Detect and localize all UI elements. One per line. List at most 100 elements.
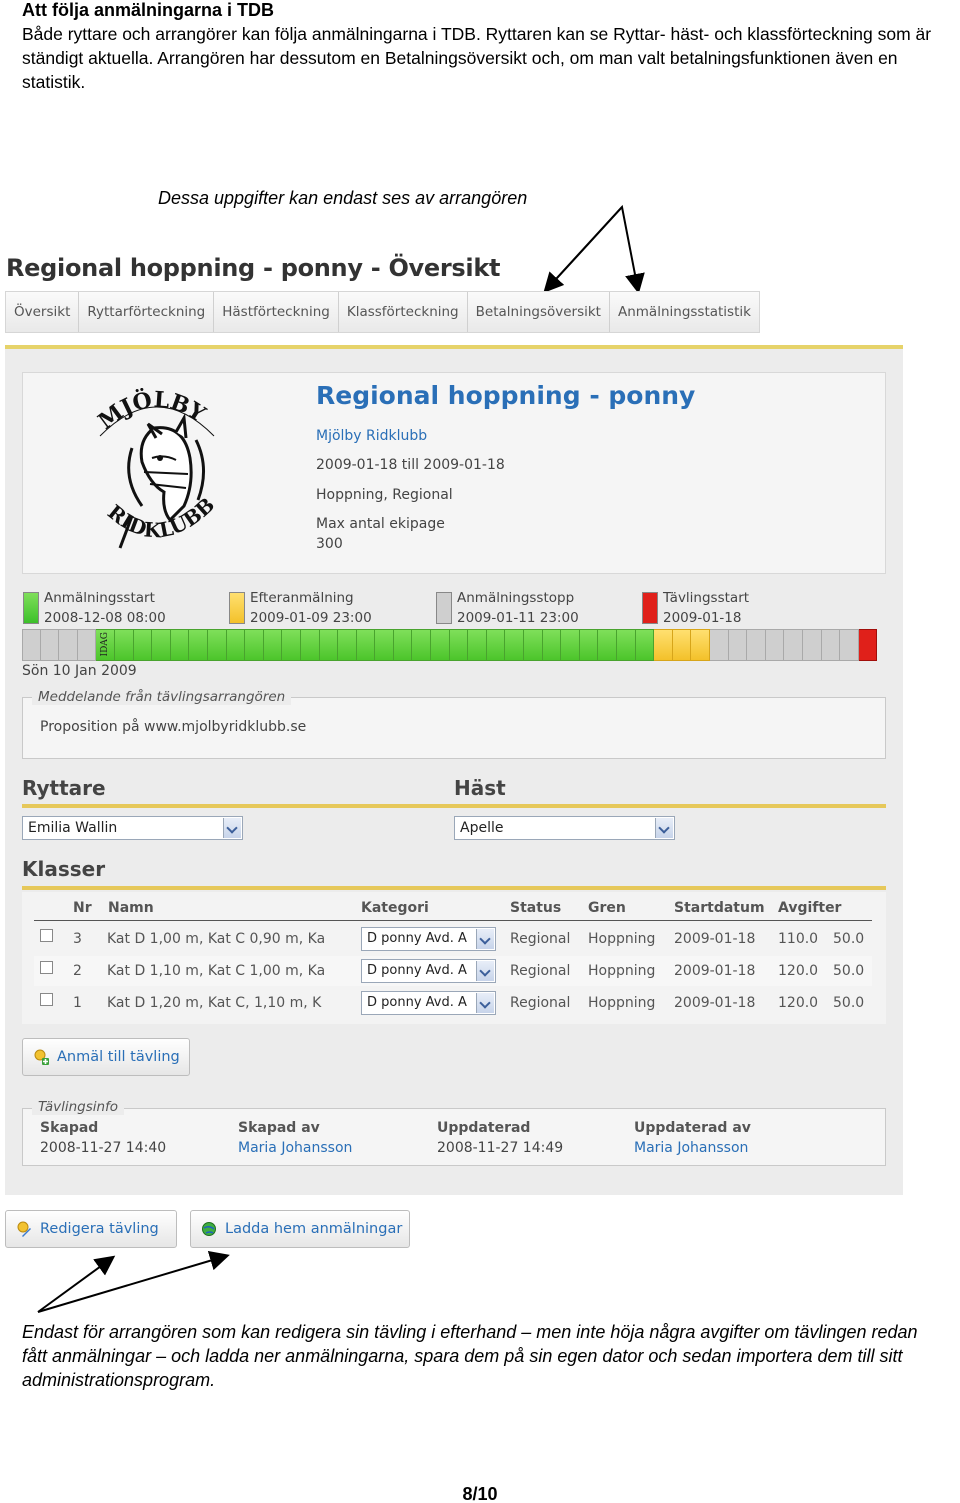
phase-label: Anmälningsstart [44,590,155,606]
download-registrations-button[interactable]: Ladda hem anmälningar [190,1210,410,1248]
tab-oversikt[interactable]: Översikt [6,292,80,332]
phase-color-stop [436,592,452,624]
divider [22,804,886,808]
category-select[interactable]: D ponny Avd. A [361,927,496,951]
row-nr: 3 [73,931,82,947]
rider-heading: Ryttare [22,776,106,800]
phase-color-late [229,592,245,624]
phase-date: 2009-01-18 [663,610,742,626]
row-checkbox[interactable] [40,961,53,974]
phase-label: Anmälningsstopp [457,590,575,606]
created-by-link[interactable]: Maria Johansson [238,1140,352,1156]
category-select[interactable]: D ponny Avd. A [361,959,496,983]
tab-klassforteckning[interactable]: Klassförteckning [339,292,468,332]
competition-info-legend: Tävlingsinfo [32,1099,125,1115]
timeline-day-cell [728,629,748,661]
timeline-day-cell [356,629,376,661]
row-fee: 120.0 [778,995,819,1011]
updated-by-link[interactable]: Maria Johansson [634,1140,748,1156]
row-name: Kat D 1,00 m, Kat C 0,90 m, Ka [107,931,326,947]
table-row: 1 Kat D 1,20 m, Kat C, 1,10 m, K D ponny… [34,988,872,1018]
rider-select[interactable]: Emilia Wallin [22,816,243,840]
row-nr: 2 [73,963,82,979]
register-button-label: Anmäl till tävling [57,1049,180,1065]
edit-competition-button[interactable]: Redigera tävling [5,1210,177,1248]
timeline-day-cell: IDAG [96,629,115,661]
page-number: 8/10 [462,1484,498,1503]
timeline-day-cell [654,629,673,661]
register-button[interactable]: Anmäl till tävling [22,1038,190,1076]
timeline-day-cell [226,629,246,661]
divider [22,886,886,890]
timeline-day-cell [449,629,469,661]
edit-pencil-icon [16,1221,32,1237]
category-select[interactable]: D ponny Avd. A [361,991,496,1015]
horse-select[interactable]: Apelle [454,816,675,840]
row-branch: Hoppning [588,963,656,979]
category-select-value: D ponny Avd. A [367,931,467,946]
category-select-value: D ponny Avd. A [367,995,467,1010]
timeline-day-cell [393,629,413,661]
table-header-divider [34,920,872,921]
timeline-day-cell [431,629,450,661]
event-dates: 2009-01-18 till 2009-01-18 [316,457,505,473]
phase-start: Anmälningsstart 2008-12-08 08:00 [44,588,166,628]
row-checkbox[interactable] [40,929,53,942]
col-branch: Gren [588,900,626,916]
chevron-down-icon[interactable] [476,929,494,949]
row-status: Regional [510,931,571,947]
timeline-day-cell [170,629,190,661]
competition-info-box [22,1108,886,1166]
tab-hastforteckning[interactable]: Hästförteckning [214,292,339,332]
tab-ryttarforteckning[interactable]: Ryttarförteckning [79,292,215,332]
timeline-day-cell [22,629,41,661]
row-startdate: 2009-01-18 [674,931,756,947]
timeline-day-cell [189,629,208,661]
timeline-day-cell [319,629,339,661]
timeline-day-cell [338,629,357,661]
tab-bar: Översikt Ryttarförteckning Hästförteckni… [5,291,760,333]
phase-color-competition [642,592,658,624]
timeline-day-cell [300,629,320,661]
timeline-day-cell [133,629,153,661]
event-club-link[interactable]: Mjölby Ridklubb [316,428,427,444]
timeline-day-cell [207,629,227,661]
timeline-day-cell [542,629,562,661]
row-startdate: 2009-01-18 [674,995,756,1011]
table-row: 2 Kat D 1,10 m, Kat C 1,00 m, Ka D ponny… [34,956,872,986]
created-value: 2008-11-27 14:40 [40,1140,167,1156]
event-title: Regional hoppning - ponny [316,381,696,410]
timeline-day-cell [468,629,487,661]
timeline-day-cell [263,629,283,661]
row-fee-late: 50.0 [833,995,865,1011]
row-fee: 110.0 [778,931,819,947]
col-nr: Nr [73,900,92,916]
timeline-day-cell [858,629,878,661]
col-fees: Avgifter [778,900,842,916]
created-by-label: Skapad av [238,1120,320,1136]
timeline-day-cell [765,629,785,661]
tab-betalningsoversikt[interactable]: Betalningsöversikt [468,292,610,332]
chevron-down-icon[interactable] [476,961,494,981]
event-type: Hoppning, Regional [316,487,453,503]
row-branch: Hoppning [588,931,656,947]
today-marker: IDAG [100,632,111,657]
row-name: Kat D 1,10 m, Kat C 1,00 m, Ka [107,963,326,979]
row-status: Regional [510,963,571,979]
chevron-down-icon[interactable] [476,993,494,1013]
download-registrations-label: Ladda hem anmälningar [225,1221,403,1237]
row-checkbox[interactable] [40,993,53,1006]
timeline-day-cell [617,629,636,661]
chevron-down-icon[interactable] [223,818,241,838]
phase-date: 2009-01-09 23:00 [250,610,372,626]
timeline-current-date: Sön 10 Jan 2009 [22,663,137,679]
page-title: Regional hoppning - ponny - Översikt [6,254,501,282]
horse-select-value: Apelle [460,820,504,836]
club-logo-image: MJÖLBY RIDKLUBB [93,388,219,549]
add-medal-icon [33,1049,49,1065]
timeline-day-cell [784,629,803,661]
category-select-value: D ponny Avd. A [367,963,467,978]
tab-anmalningsstatistik[interactable]: Anmälningsstatistik [610,292,759,332]
chevron-down-icon[interactable] [655,818,673,838]
timeline-day-cell [412,629,432,661]
